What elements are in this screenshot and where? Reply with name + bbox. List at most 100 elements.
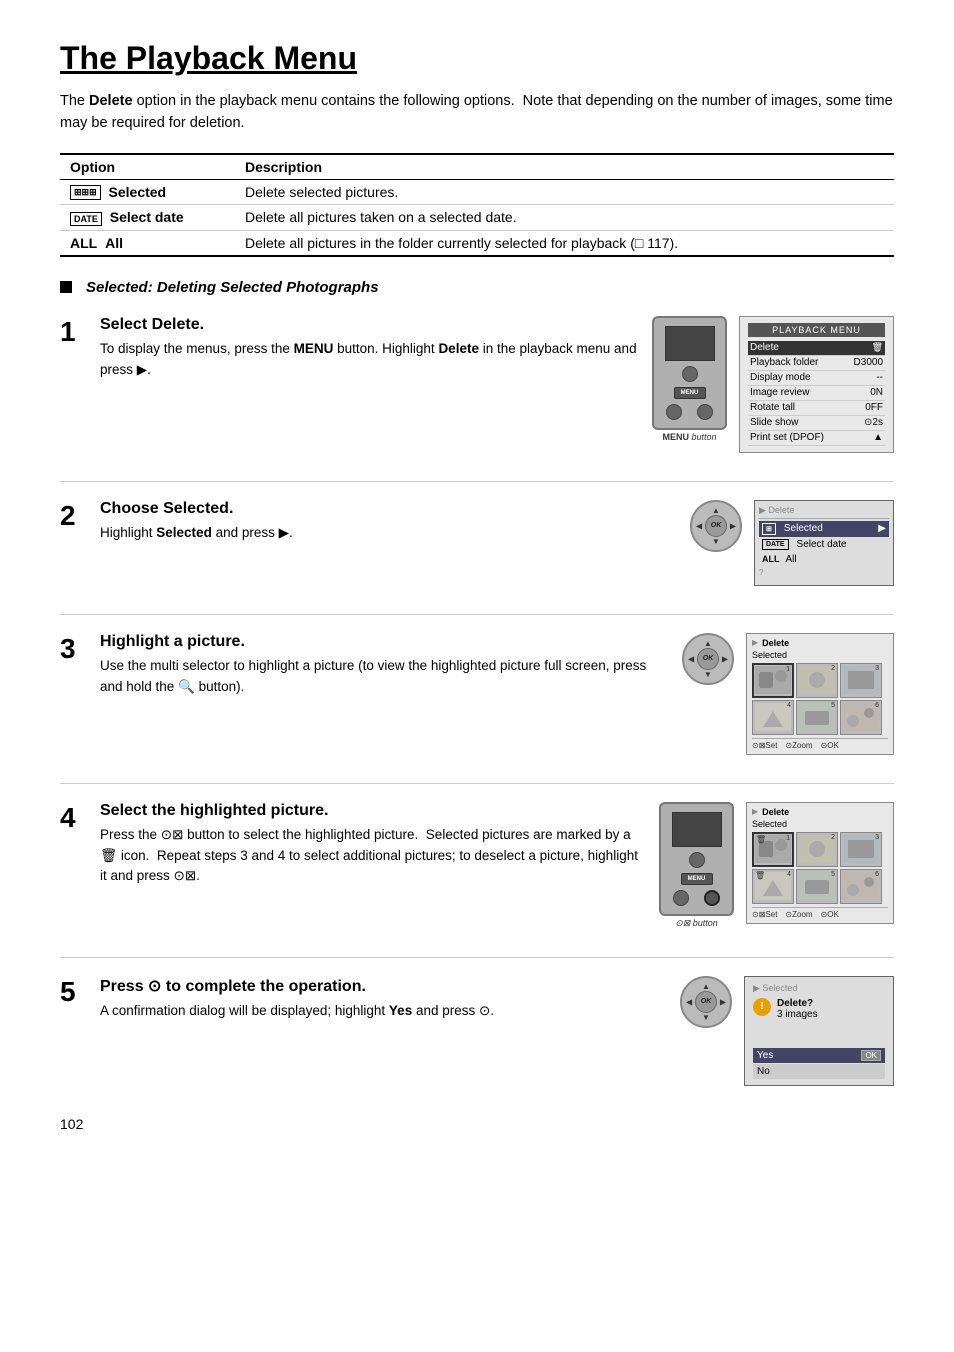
screen-row-review: Image review 0N — [748, 386, 885, 401]
menu-arrow: ▶ — [878, 523, 886, 534]
ok-button-3[interactable]: ▲ ▼ ◀ ▶ OK — [682, 633, 734, 685]
thumb-num-3: 3 — [875, 665, 879, 672]
spacer — [753, 1028, 885, 1048]
menu-btn-container: MENU — [658, 387, 721, 399]
screen-header-row: ▶ Delete — [752, 638, 888, 648]
section-icon — [60, 281, 72, 293]
step-5-title: Press ⊙ to complete the operation. — [100, 976, 668, 996]
ok-center-5[interactable]: OK — [695, 991, 717, 1013]
menu-label-selectdate: Select date — [797, 539, 847, 550]
screen-arrow-4: ▶ — [752, 807, 758, 816]
table-cell-desc: Delete selected pictures. — [235, 179, 894, 205]
thumb-img-4-3 — [843, 835, 879, 863]
row-value: ▲ — [873, 432, 883, 443]
camera-body-1: MENU — [652, 316, 727, 430]
row-label: Print set (DPOF) — [750, 432, 824, 443]
table-cell-desc: Delete all pictures taken on a selected … — [235, 205, 894, 230]
step-3-screen: ▶ Delete Selected 1 2 3 4 — [746, 633, 894, 755]
ok-button-5[interactable]: ▲ ▼ ◀ ▶ OK — [680, 976, 732, 1028]
thumb-num-4-1: 1 — [786, 835, 790, 842]
row-icon: 🗑 — [872, 342, 883, 353]
table-cell-option: ALL All — [60, 230, 235, 256]
step-5-visuals: ▲ ▼ ◀ ▶ OK ▶ Selected ! Delete? 3 images… — [680, 976, 894, 1086]
option-selected-label: Selected — [109, 184, 167, 200]
row-label: Slide show — [750, 417, 798, 428]
divider-4 — [60, 957, 894, 958]
section-heading: Selected: Deleting Selected Photographs — [60, 279, 894, 296]
row-value: 0N — [870, 387, 883, 398]
all-icon-small: ALL — [762, 554, 780, 564]
screen-row-printset: Print set (DPOF) ▲ — [748, 431, 885, 446]
thumb-img-4-5 — [799, 872, 835, 900]
step-2-dpad: ▲ ▼ ◀ ▶ OK — [690, 500, 742, 552]
warning-icon: ! — [753, 998, 771, 1016]
ok-button[interactable]: ▲ ▼ ◀ ▶ OK — [690, 500, 742, 552]
step-4-visuals: MENU ⊙⊠ button ▶ Delete Selected 🗑 1 — [659, 802, 894, 929]
delete-screen-title: ▶ Delete — [759, 505, 889, 519]
step-2-screen: ▶ Delete ⊞ Selected ▶ DATE Select date A… — [754, 500, 894, 586]
confirm-no-row[interactable]: No — [753, 1064, 885, 1079]
delete-mark-4: 🗑 — [755, 871, 765, 880]
ok-center-3[interactable]: OK — [697, 648, 719, 670]
arrow-down-5: ▼ — [702, 1013, 710, 1022]
camera-ok-row — [658, 404, 721, 420]
thumb-4-6: 6 — [840, 869, 882, 904]
date-icon: DATE — [70, 212, 102, 226]
menu-button[interactable]: MENU — [674, 387, 706, 399]
camera-screen-small — [665, 326, 715, 361]
section-heading-text: Selected: Deleting Selected Photographs — [86, 279, 379, 296]
step-3-visuals: ▲ ▼ ◀ ▶ OK ▶ Delete Selected 1 2 — [682, 633, 894, 755]
screen-subtitle-4: Selected — [752, 819, 888, 829]
thumb-num-4-4: 4 — [787, 871, 791, 878]
arrow-left-icon: ◀ — [696, 521, 702, 530]
step-5-content: Press ⊙ to complete the operation. A con… — [100, 976, 668, 1086]
menu-label-all: All — [786, 554, 797, 565]
step-5: 5 Press ⊙ to complete the operation. A c… — [60, 976, 894, 1086]
menu-btn-label-4: MENU — [688, 876, 706, 882]
table-header-option: Option — [60, 154, 235, 180]
cam-btn-3 — [697, 404, 713, 420]
screen-footer-3: ⊙⊠Set ⊙Zoom ⊙OK — [752, 738, 888, 750]
menu-button-4[interactable]: MENU — [681, 873, 713, 885]
step-2-content: Choose Selected. Highlight Selected and … — [100, 500, 678, 586]
confirm-body: ! Delete? 3 images — [753, 998, 885, 1020]
screen-row-slideshow: Slide show ⊙2s — [748, 416, 885, 431]
step-2: 2 Choose Selected. Highlight Selected an… — [60, 500, 894, 586]
screen-title-1: PLAYBACK MENU — [748, 323, 885, 337]
step-2-number: 2 — [60, 500, 88, 586]
menu-item-selectdate: DATE Select date — [759, 537, 889, 552]
help-icon: ? — [759, 568, 763, 577]
menu-item-selected: ⊞ Selected ▶ — [759, 521, 889, 537]
arrow-right-icon: ▶ — [730, 521, 736, 530]
row-label: Playback folder — [750, 357, 818, 368]
delete-btn-4[interactable] — [704, 890, 720, 906]
step-4: 4 Select the highlighted picture. Press … — [60, 802, 894, 929]
thumb-3: 3 — [840, 663, 882, 698]
confirm-message: Delete? 3 images — [777, 998, 818, 1020]
arrow-left-5: ◀ — [686, 997, 692, 1006]
row-label: Rotate tall — [750, 402, 795, 413]
option-all-label: All — [105, 235, 123, 251]
step-3-dpad: ▲ ▼ ◀ ▶ OK — [682, 633, 734, 685]
camera-body-4: MENU — [659, 802, 734, 916]
thumb-img-4-2 — [799, 835, 835, 863]
step-1-visuals: MENU MENU button PLAYBACK MENU Delete 🗑 … — [652, 316, 894, 453]
row-value: ⊙2s — [864, 417, 883, 428]
step-4-title: Select the highlighted picture. — [100, 802, 647, 820]
thumb-4-3: 3 — [840, 832, 882, 867]
thumb-num-6: 6 — [875, 702, 879, 709]
intro-paragraph: The Delete option in the playback menu c… — [60, 91, 894, 135]
step-1-content: Select Delete. To display the menus, pre… — [100, 316, 640, 453]
table-cell-desc: Delete all pictures in the folder curren… — [235, 230, 894, 256]
page-title: The Playback Menu — [60, 40, 894, 77]
screen-row-delete: Delete 🗑 — [748, 341, 885, 356]
confirm-yes-row[interactable]: Yes OK — [753, 1048, 885, 1063]
step-3-title: Highlight a picture. — [100, 633, 670, 651]
all-icon: ALL — [70, 235, 97, 251]
ok-center-button[interactable]: OK — [705, 515, 727, 537]
step-2-title: Choose Selected. — [100, 500, 678, 518]
footer-set-4: ⊙⊠Set — [752, 910, 777, 919]
table-row: ⊞⊞⊞ Selected Delete selected pictures. — [60, 179, 894, 205]
arrow-right-icon-3: ▶ — [722, 654, 728, 663]
page-number: 102 — [60, 1116, 894, 1132]
